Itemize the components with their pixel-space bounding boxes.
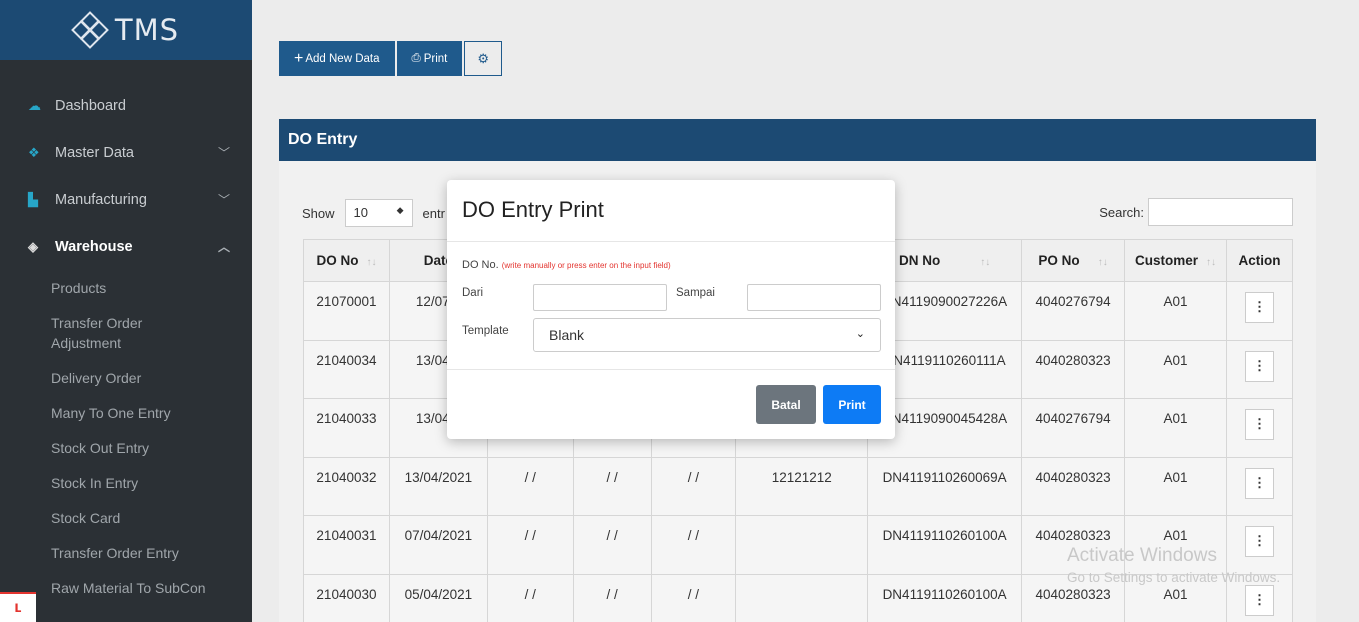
- brand-name: TMS: [114, 13, 180, 47]
- sidebar-item-label: Dashboard: [55, 97, 126, 114]
- sidebar-subitem-transfer-order-entry[interactable]: Transfer Order Entry: [0, 535, 252, 570]
- watermark-line1: Activate Windows: [1067, 545, 1217, 566]
- industry-icon: ▙: [28, 191, 38, 207]
- sidebar-nav: ☁ Dashboard ❖ Master Data ﹀ ▙ Manufactur…: [0, 60, 252, 605]
- sidebar-item-master-data[interactable]: ❖ Master Data ﹀: [0, 129, 252, 176]
- template-select[interactable]: Blank ⌄: [533, 318, 881, 352]
- dari-input[interactable]: [533, 284, 667, 311]
- sidebar-subitem-products[interactable]: Products: [0, 270, 252, 305]
- template-label: Template: [462, 325, 509, 337]
- watermark-line2: Go to Settings to activate Windows.: [1067, 570, 1281, 585]
- cloud-icon: ☁: [28, 97, 41, 113]
- box-icon: ◈: [28, 238, 38, 254]
- sidebar-item-label: Master Data: [55, 144, 134, 161]
- cancel-button[interactable]: Batal: [756, 385, 816, 424]
- sidebar: TMS ☁ Dashboard ❖ Master Data ﹀ ▙ Manufa…: [0, 0, 252, 622]
- print-modal: DO Entry Print DO No. (write manually or …: [447, 180, 895, 439]
- do-no-hint: (write manually or press enter on the in…: [501, 261, 671, 270]
- sidebar-subitem-delivery-order[interactable]: Delivery Order: [0, 360, 252, 395]
- dari-label: Dari: [462, 287, 484, 299]
- tms-logo-icon: [71, 11, 109, 49]
- sidebar-subitem-stock-card[interactable]: Stock Card: [0, 500, 252, 535]
- cubes-icon: ❖: [28, 144, 40, 160]
- chevron-down-icon: ﹀: [217, 193, 230, 207]
- sidebar-subitem-transfer-order-adjustment[interactable]: Transfer Order Adjustment: [0, 305, 252, 360]
- sidebar-item-manufacturing[interactable]: ▙ Manufacturing ﹀: [0, 176, 252, 223]
- chevron-up-icon: ︿: [217, 240, 230, 254]
- modal-footer: Batal Print: [447, 370, 895, 438]
- sampai-input[interactable]: [747, 284, 881, 311]
- chevron-down-icon: ⌄: [855, 328, 865, 340]
- windows-activation-watermark: Activate Windows Go to Settings to activ…: [1067, 545, 1280, 585]
- do-no-label: DO No. (write manually or press enter on …: [462, 259, 671, 271]
- sidebar-item-label: Warehouse: [55, 238, 133, 255]
- sidebar-subitem-raw-material-to-subcon[interactable]: Raw Material To SubCon: [0, 570, 252, 605]
- sidebar-subitem-stock-out-entry[interactable]: Stock Out Entry: [0, 430, 252, 465]
- chevron-down-icon: ﹀: [217, 146, 230, 160]
- modal-body: DO No. (write manually or press enter on …: [447, 242, 895, 370]
- sidebar-item-dashboard[interactable]: ☁ Dashboard: [0, 82, 252, 129]
- modal-print-button[interactable]: Print: [823, 385, 881, 424]
- sidebar-subitem-many-to-one-entry[interactable]: Many To One Entry: [0, 395, 252, 430]
- sidebar-subitem-stock-in-entry[interactable]: Stock In Entry: [0, 465, 252, 500]
- sampai-label: Sampai: [676, 287, 715, 299]
- template-value: Blank: [549, 327, 585, 343]
- brand[interactable]: TMS: [0, 0, 252, 60]
- laravel-icon[interactable]: ʟ: [0, 592, 36, 622]
- sidebar-item-label: Manufacturing: [55, 191, 147, 208]
- modal-title: DO Entry Print: [447, 180, 895, 242]
- sidebar-item-warehouse[interactable]: ◈ Warehouse ︿: [0, 223, 252, 270]
